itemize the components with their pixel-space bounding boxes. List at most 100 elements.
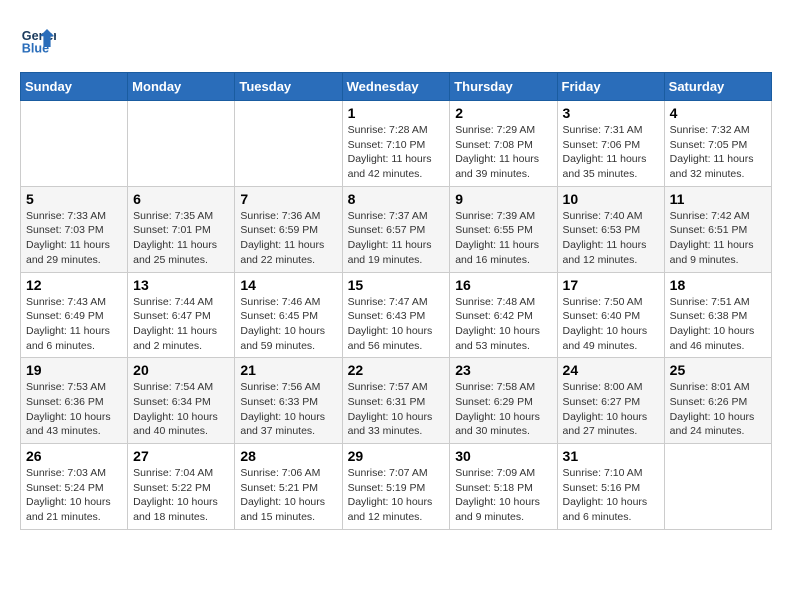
calendar-cell: 13 Sunrise: 7:44 AM Sunset: 6:47 PM Dayli… xyxy=(128,272,235,358)
day-number: 23 xyxy=(455,362,551,378)
day-info: Sunrise: 7:39 AM Sunset: 6:55 PM Dayligh… xyxy=(455,209,551,268)
calendar-cell: 8 Sunrise: 7:37 AM Sunset: 6:57 PM Daylig… xyxy=(342,186,450,272)
calendar-cell xyxy=(664,444,771,530)
calendar-cell: 21 Sunrise: 7:56 AM Sunset: 6:33 PM Dayli… xyxy=(235,358,342,444)
day-number: 8 xyxy=(348,191,445,207)
header-wednesday: Wednesday xyxy=(342,73,450,101)
day-number: 31 xyxy=(563,448,659,464)
day-number: 2 xyxy=(455,105,551,121)
day-info: Sunrise: 7:51 AM Sunset: 6:38 PM Dayligh… xyxy=(670,295,766,354)
calendar-week-row: 19 Sunrise: 7:53 AM Sunset: 6:36 PM Dayli… xyxy=(21,358,772,444)
day-number: 25 xyxy=(670,362,766,378)
header-tuesday: Tuesday xyxy=(235,73,342,101)
day-number: 29 xyxy=(348,448,445,464)
day-number: 17 xyxy=(563,277,659,293)
calendar-cell: 25 Sunrise: 8:01 AM Sunset: 6:26 PM Dayli… xyxy=(664,358,771,444)
calendar-cell: 29Sunrise: 7:07 AM Sunset: 5:19 PM Dayli… xyxy=(342,444,450,530)
page-header: General Blue xyxy=(20,20,772,56)
day-number: 21 xyxy=(240,362,336,378)
calendar-cell: 27 Sunrise: 7:04 AM Sunset: 5:22 PM Dayli… xyxy=(128,444,235,530)
day-info: Sunrise: 7:10 AM Sunset: 5:16 PM Dayligh… xyxy=(563,466,659,525)
day-info: Sunrise: 7:58 AM Sunset: 6:29 PM Dayligh… xyxy=(455,380,551,439)
calendar-header-row: SundayMondayTuesdayWednesdayThursdayFrid… xyxy=(21,73,772,101)
day-info: Sunrise: 7:06 AM Sunset: 5:21 PM Dayligh… xyxy=(240,466,336,525)
calendar-week-row: 1 Sunrise: 7:28 AM Sunset: 7:10 PM Daylig… xyxy=(21,101,772,187)
day-number: 11 xyxy=(670,191,766,207)
day-info: Sunrise: 7:29 AM Sunset: 7:08 PM Dayligh… xyxy=(455,123,551,182)
day-info: Sunrise: 7:56 AM Sunset: 6:33 PM Dayligh… xyxy=(240,380,336,439)
day-number: 22 xyxy=(348,362,445,378)
calendar-cell: 12 Sunrise: 7:43 AM Sunset: 6:49 PM Dayli… xyxy=(21,272,128,358)
calendar-cell xyxy=(235,101,342,187)
day-info: Sunrise: 7:47 AM Sunset: 6:43 PM Dayligh… xyxy=(348,295,445,354)
logo: General Blue xyxy=(20,20,60,56)
day-number: 19 xyxy=(26,362,122,378)
day-info: Sunrise: 7:54 AM Sunset: 6:34 PM Dayligh… xyxy=(133,380,229,439)
day-info: Sunrise: 7:32 AM Sunset: 7:05 PM Dayligh… xyxy=(670,123,766,182)
calendar-cell: 3 Sunrise: 7:31 AM Sunset: 7:06 PM Daylig… xyxy=(557,101,664,187)
calendar-week-row: 12 Sunrise: 7:43 AM Sunset: 6:49 PM Dayli… xyxy=(21,272,772,358)
header-monday: Monday xyxy=(128,73,235,101)
calendar-cell: 18 Sunrise: 7:51 AM Sunset: 6:38 PM Dayli… xyxy=(664,272,771,358)
day-number: 20 xyxy=(133,362,229,378)
day-info: Sunrise: 7:42 AM Sunset: 6:51 PM Dayligh… xyxy=(670,209,766,268)
calendar-cell: 30Sunrise: 7:09 AM Sunset: 5:18 PM Dayli… xyxy=(450,444,557,530)
day-number: 3 xyxy=(563,105,659,121)
day-number: 27 xyxy=(133,448,229,464)
day-number: 13 xyxy=(133,277,229,293)
day-number: 26 xyxy=(26,448,122,464)
calendar-cell: 7 Sunrise: 7:36 AM Sunset: 6:59 PM Daylig… xyxy=(235,186,342,272)
calendar-cell: 19 Sunrise: 7:53 AM Sunset: 6:36 PM Dayli… xyxy=(21,358,128,444)
day-number: 15 xyxy=(348,277,445,293)
calendar-cell: 28 Sunrise: 7:06 AM Sunset: 5:21 PM Dayli… xyxy=(235,444,342,530)
header-friday: Friday xyxy=(557,73,664,101)
calendar-cell: 15 Sunrise: 7:47 AM Sunset: 6:43 PM Dayli… xyxy=(342,272,450,358)
calendar-cell: 6 Sunrise: 7:35 AM Sunset: 7:01 PM Daylig… xyxy=(128,186,235,272)
day-info: Sunrise: 7:46 AM Sunset: 6:45 PM Dayligh… xyxy=(240,295,336,354)
calendar-cell: 5 Sunrise: 7:33 AM Sunset: 7:03 PM Daylig… xyxy=(21,186,128,272)
calendar-cell: 4Sunrise: 7:32 AM Sunset: 7:05 PM Daylig… xyxy=(664,101,771,187)
header-thursday: Thursday xyxy=(450,73,557,101)
calendar-cell: 20 Sunrise: 7:54 AM Sunset: 6:34 PM Dayli… xyxy=(128,358,235,444)
calendar-cell xyxy=(128,101,235,187)
calendar-cell: 22 Sunrise: 7:57 AM Sunset: 6:31 PM Dayli… xyxy=(342,358,450,444)
calendar-table: SundayMondayTuesdayWednesdayThursdayFrid… xyxy=(20,72,772,530)
day-info: Sunrise: 7:48 AM Sunset: 6:42 PM Dayligh… xyxy=(455,295,551,354)
day-number: 7 xyxy=(240,191,336,207)
day-number: 6 xyxy=(133,191,229,207)
calendar-cell: 26 Sunrise: 7:03 AM Sunset: 5:24 PM Dayli… xyxy=(21,444,128,530)
calendar-cell: 24Sunrise: 8:00 AM Sunset: 6:27 PM Dayli… xyxy=(557,358,664,444)
day-number: 14 xyxy=(240,277,336,293)
day-info: Sunrise: 7:57 AM Sunset: 6:31 PM Dayligh… xyxy=(348,380,445,439)
day-number: 9 xyxy=(455,191,551,207)
day-number: 5 xyxy=(26,191,122,207)
calendar-cell: 2 Sunrise: 7:29 AM Sunset: 7:08 PM Daylig… xyxy=(450,101,557,187)
day-info: Sunrise: 7:28 AM Sunset: 7:10 PM Dayligh… xyxy=(348,123,445,182)
calendar-cell: 9 Sunrise: 7:39 AM Sunset: 6:55 PM Daylig… xyxy=(450,186,557,272)
day-number: 28 xyxy=(240,448,336,464)
day-number: 16 xyxy=(455,277,551,293)
day-info: Sunrise: 7:35 AM Sunset: 7:01 PM Dayligh… xyxy=(133,209,229,268)
day-number: 18 xyxy=(670,277,766,293)
day-number: 1 xyxy=(348,105,445,121)
day-info: Sunrise: 7:31 AM Sunset: 7:06 PM Dayligh… xyxy=(563,123,659,182)
calendar-week-row: 26 Sunrise: 7:03 AM Sunset: 5:24 PM Dayli… xyxy=(21,444,772,530)
calendar-cell: 23 Sunrise: 7:58 AM Sunset: 6:29 PM Dayli… xyxy=(450,358,557,444)
calendar-cell: 31 Sunrise: 7:10 AM Sunset: 5:16 PM Dayli… xyxy=(557,444,664,530)
calendar-cell xyxy=(21,101,128,187)
day-number: 30 xyxy=(455,448,551,464)
calendar-cell: 16 Sunrise: 7:48 AM Sunset: 6:42 PM Dayli… xyxy=(450,272,557,358)
day-info: Sunrise: 7:36 AM Sunset: 6:59 PM Dayligh… xyxy=(240,209,336,268)
day-info: Sunrise: 7:43 AM Sunset: 6:49 PM Dayligh… xyxy=(26,295,122,354)
logo-icon: General Blue xyxy=(20,20,56,56)
calendar-cell: 11 Sunrise: 7:42 AM Sunset: 6:51 PM Dayli… xyxy=(664,186,771,272)
calendar-cell: 10Sunrise: 7:40 AM Sunset: 6:53 PM Dayli… xyxy=(557,186,664,272)
day-info: Sunrise: 7:03 AM Sunset: 5:24 PM Dayligh… xyxy=(26,466,122,525)
day-info: Sunrise: 7:44 AM Sunset: 6:47 PM Dayligh… xyxy=(133,295,229,354)
day-info: Sunrise: 7:33 AM Sunset: 7:03 PM Dayligh… xyxy=(26,209,122,268)
day-number: 12 xyxy=(26,277,122,293)
day-info: Sunrise: 8:01 AM Sunset: 6:26 PM Dayligh… xyxy=(670,380,766,439)
day-info: Sunrise: 7:37 AM Sunset: 6:57 PM Dayligh… xyxy=(348,209,445,268)
day-info: Sunrise: 7:53 AM Sunset: 6:36 PM Dayligh… xyxy=(26,380,122,439)
day-info: Sunrise: 7:04 AM Sunset: 5:22 PM Dayligh… xyxy=(133,466,229,525)
